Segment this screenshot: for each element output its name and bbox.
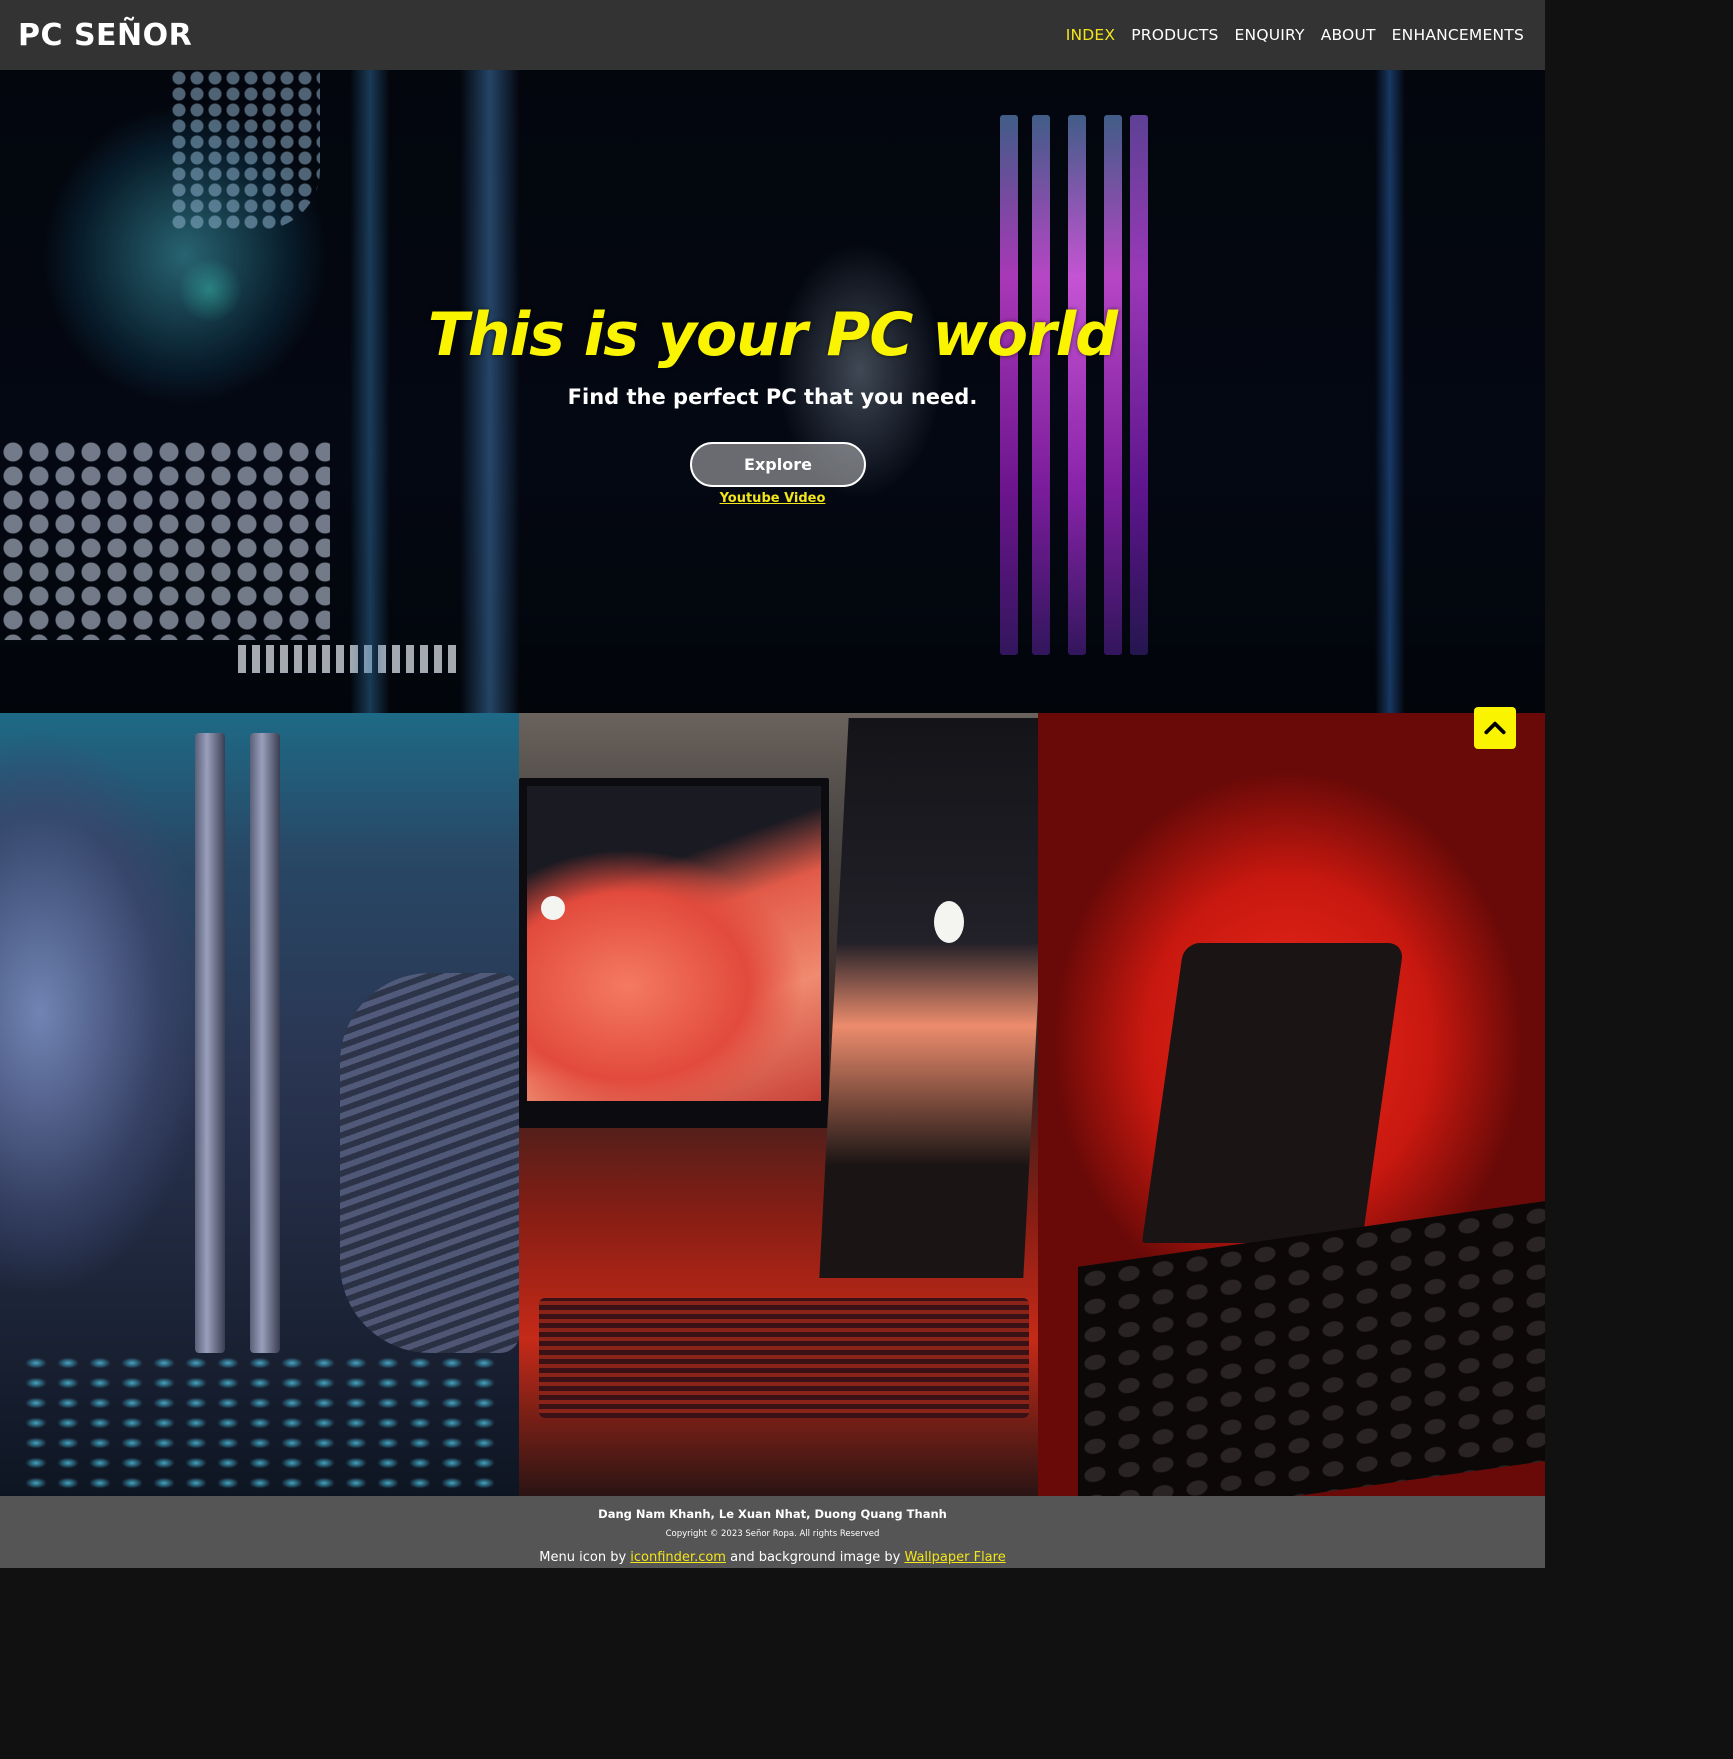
image-gallery [0, 713, 1545, 1496]
hero-title: This is your PC world [427, 300, 1118, 370]
site-logo[interactable]: PC SEÑOR [18, 18, 192, 53]
youtube-video-link[interactable]: Youtube Video [720, 491, 826, 506]
explore-button[interactable]: Explore [690, 442, 866, 487]
site-header: PC SEÑOR INDEX PRODUCTS ENQUIRY ABOUT EN… [0, 0, 1545, 70]
footer-copyright: Copyright © 2023 Señor Ropa. All rights … [665, 1529, 880, 1539]
credits-prefix: Menu icon by [539, 1550, 627, 1565]
gallery-image-pc-internals [0, 713, 519, 1496]
iconfinder-link[interactable]: iconfinder.com [630, 1550, 726, 1565]
hero-banner: This is your PC world Find the perfect P… [0, 70, 1545, 713]
main-nav: INDEX PRODUCTS ENQUIRY ABOUT ENHANCEMENT… [1066, 26, 1524, 44]
gallery-image-desk-setup [519, 713, 1038, 1496]
credits-middle: and background image by [730, 1550, 901, 1565]
nav-index[interactable]: INDEX [1066, 26, 1116, 44]
wallpaper-flare-link[interactable]: Wallpaper Flare [904, 1550, 1005, 1565]
footer-authors: Dang Nam Khanh, Le Xuan Nhat, Duong Quan… [598, 1507, 947, 1521]
footer-credits: Menu icon by iconfinder.com and backgrou… [0, 1550, 1545, 1565]
chevron-up-icon [1484, 721, 1506, 735]
back-to-top-button[interactable] [1474, 707, 1516, 749]
nav-products[interactable]: PRODUCTS [1131, 26, 1218, 44]
youtube-video-link-row: Youtube Video [0, 491, 1545, 506]
page: PC SEÑOR INDEX PRODUCTS ENQUIRY ABOUT EN… [0, 0, 1545, 1568]
gallery-image-keyboard [1038, 713, 1545, 1496]
nav-about[interactable]: ABOUT [1321, 26, 1376, 44]
nav-enquiry[interactable]: ENQUIRY [1235, 26, 1305, 44]
nav-enhancements[interactable]: ENHANCEMENTS [1392, 26, 1524, 44]
hero-subtitle: Find the perfect PC that you need. [567, 385, 978, 409]
site-footer: Dang Nam Khanh, Le Xuan Nhat, Duong Quan… [0, 1496, 1545, 1568]
